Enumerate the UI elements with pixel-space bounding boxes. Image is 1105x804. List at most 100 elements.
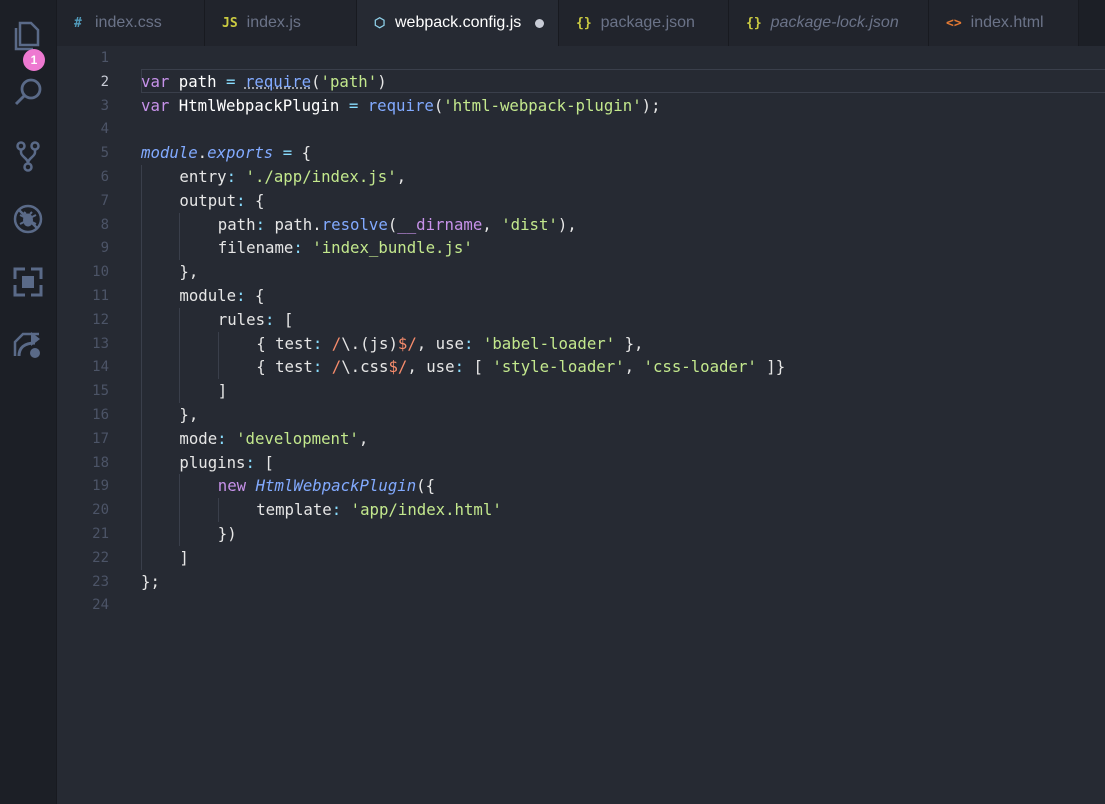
- indent-guide: [141, 379, 142, 403]
- code-token: }): [217, 524, 237, 543]
- code-token: :: [236, 190, 246, 210]
- line-number: 9: [100, 240, 109, 257]
- indent-guide: [141, 284, 142, 308]
- line-number: 2: [100, 73, 109, 90]
- code-editor[interactable]: 1 2 3 4 5 6 7 8 9 10 11 12 13 14 15 16 17 18 19 20 21 22 23 24 …: [57, 46, 1105, 804]
- code-line[interactable]: module.exports = {: [141, 141, 311, 165]
- code-token: (: [311, 71, 321, 91]
- indent-guide: [217, 498, 219, 522]
- code-line[interactable]: module: {: [179, 284, 264, 308]
- line-number: 18: [92, 454, 109, 471]
- code-line[interactable]: template: 'app/index.html': [256, 498, 502, 522]
- search-button[interactable]: [0, 70, 56, 120]
- activity-bar: 1: [0, 0, 57, 804]
- code-token: },: [179, 262, 199, 282]
- code-line[interactable]: { test: /\.(js)$/, use: 'babel-loader' }…: [256, 332, 643, 356]
- indent-guide: [141, 474, 142, 499]
- indent-guide: [141, 236, 142, 261]
- code-line[interactable]: filename: 'index_bundle.js': [218, 236, 473, 260]
- code-line[interactable]: new HtmlWebpackPlugin({: [218, 474, 435, 498]
- code-token: 'index_bundle.js': [312, 238, 473, 258]
- code-token: ,: [396, 167, 407, 186]
- debug-button[interactable]: [0, 196, 56, 246]
- code-line[interactable]: var HtmlWebpackPlugin = require('html-we…: [141, 94, 661, 118]
- code-line[interactable]: ]: [179, 546, 188, 570]
- tab-index-css[interactable]: # index.css: [57, 0, 205, 46]
- indent-guide: [141, 403, 142, 427]
- code-token: './app/index.js': [245, 167, 397, 186]
- unsaved-dot-icon[interactable]: [535, 19, 544, 28]
- code-token: 'app/index.html': [350, 500, 502, 520]
- code-token: ]: [217, 381, 228, 401]
- code-token: use: [435, 333, 465, 353]
- debug-icon: [11, 202, 45, 240]
- extensions-button[interactable]: [0, 259, 56, 309]
- line-number: 10: [92, 264, 109, 281]
- extensions-icon: [11, 265, 45, 303]
- file-type-icon: JS: [222, 15, 238, 31]
- code-line[interactable]: entry: './app/index.js',: [179, 165, 406, 189]
- line-number: 14: [92, 359, 109, 376]
- code-token: {: [245, 190, 265, 210]
- tab-package-lock-json[interactable]: {} package-lock.json: [729, 0, 929, 46]
- code-token: var: [141, 95, 170, 115]
- code-token: :: [331, 500, 342, 520]
- line-number: 3: [100, 97, 109, 114]
- line-number: 5: [100, 145, 109, 162]
- code-token: {: [256, 333, 276, 353]
- code-token: path.: [265, 214, 322, 234]
- indent-guide: [179, 212, 181, 237]
- tab-package-json[interactable]: {} package.json: [559, 0, 729, 46]
- code-token: $/: [397, 333, 417, 353]
- code-token: };: [141, 571, 160, 591]
- code-token: resolve: [321, 214, 388, 234]
- code-line[interactable]: }): [218, 522, 237, 546]
- code-line[interactable]: var path = require('path'): [141, 70, 387, 94]
- code-line[interactable]: ]: [218, 379, 227, 403]
- code-token: :: [245, 452, 255, 472]
- tab-index-html[interactable]: <> index.html: [929, 0, 1079, 46]
- code-token: \.(js): [341, 333, 398, 353]
- code-line[interactable]: rules: [: [218, 308, 294, 332]
- line-number: 24: [92, 597, 109, 614]
- code-line[interactable]: output: {: [179, 189, 264, 213]
- code-token: :: [312, 333, 323, 353]
- code-token: },: [179, 405, 199, 424]
- live-share-button[interactable]: [0, 322, 56, 372]
- code-line[interactable]: path: path.resolve(__dirname, 'dist'),: [218, 213, 577, 237]
- code-line[interactable]: };: [141, 570, 160, 594]
- code-token: {: [245, 286, 265, 305]
- tab-label: package-lock.json: [770, 14, 899, 31]
- code-token: ,: [624, 357, 644, 377]
- code-token: var: [141, 71, 170, 91]
- code-area[interactable]: var path = require('path') var HtmlWebpac…: [141, 46, 1091, 804]
- notification-badge: 1: [23, 49, 45, 71]
- code-line[interactable]: plugins: [: [179, 451, 273, 475]
- tab-index-js[interactable]: JS index.js: [205, 0, 357, 46]
- code-line[interactable]: },: [179, 403, 198, 427]
- explorer-button[interactable]: 1: [0, 13, 56, 71]
- code-line[interactable]: mode: 'development',: [179, 427, 368, 451]
- code-token: /: [331, 357, 342, 377]
- code-token: output: [179, 190, 237, 210]
- tab-label: package.json: [600, 14, 695, 31]
- code-token: exports: [207, 143, 274, 163]
- code-token: :: [217, 428, 227, 448]
- line-number: 23: [92, 573, 109, 590]
- code-token: ,: [358, 428, 369, 448]
- code-token: plugins: [179, 452, 246, 472]
- code-token: .: [197, 143, 208, 163]
- code-token: :: [226, 167, 237, 186]
- code-token: filename: [217, 238, 294, 258]
- code-line[interactable]: },: [179, 260, 198, 284]
- indent-guide: [141, 212, 142, 237]
- source-control-button[interactable]: [0, 133, 56, 183]
- tab-webpack-config-js[interactable]: ⬡ webpack.config.js: [357, 0, 559, 46]
- code-line[interactable]: { test: /\.css$/, use: [ 'style-loader',…: [256, 355, 785, 379]
